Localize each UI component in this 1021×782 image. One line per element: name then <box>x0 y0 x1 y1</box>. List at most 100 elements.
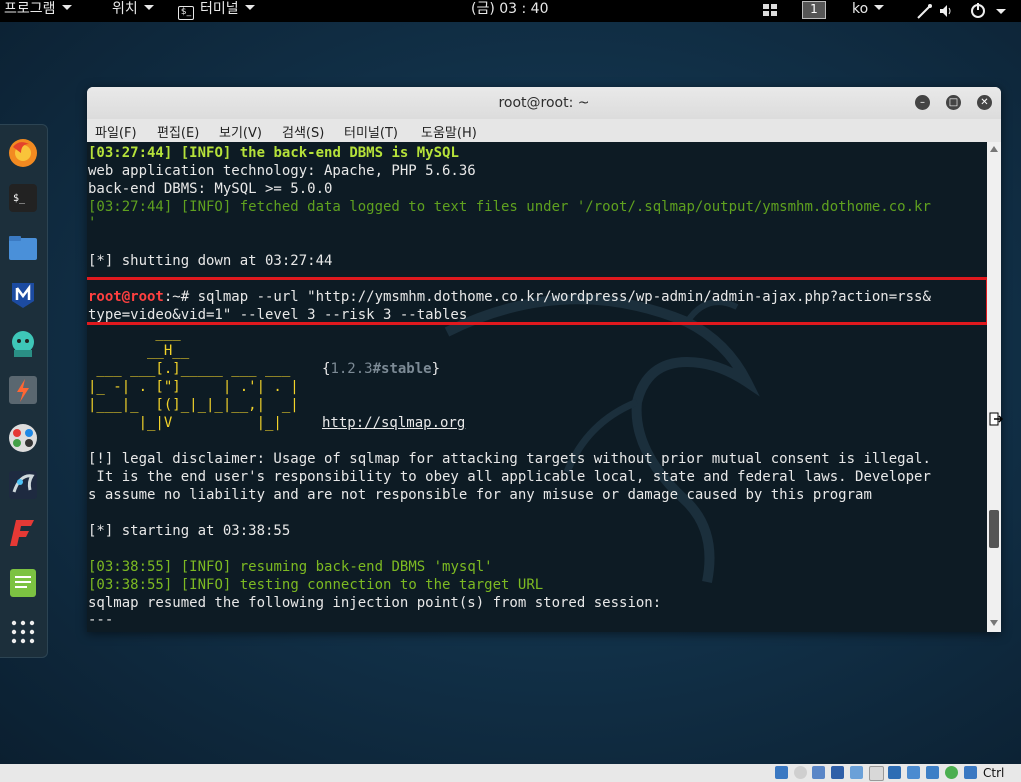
workspace-number: 1 <box>802 1 826 19</box>
network-icon <box>917 4 932 19</box>
minimize-button[interactable]: – <box>915 95 930 110</box>
output-line: ' <box>88 215 97 231</box>
burpsuite-icon[interactable] <box>8 375 38 405</box>
output-line: web application technology: Apache, PHP … <box>88 163 476 179</box>
menu-edit[interactable]: 편집(E) <box>157 122 199 141</box>
log-time: [03:27:44] <box>88 145 173 161</box>
sqlmap-logo-line: ___ ___[.]_____ ___ ___ <box>88 361 291 377</box>
terminal-scrollbar[interactable] <box>987 142 1001 632</box>
log-message: the back-end DBMS is MySQL <box>239 145 459 161</box>
power-icon <box>971 3 985 18</box>
sqlmap-version: {1.2.3#stable} <box>322 361 441 377</box>
sqlmap-logo-line: ___ <box>88 325 181 341</box>
output-line: [*] starting at 03:38:55 <box>88 523 291 539</box>
log-tag: [INFO] <box>180 577 232 593</box>
window-titlebar[interactable]: root@root: ~ – □ ✕ <box>87 87 1001 119</box>
sqlmap-logo-line: |_|V |_| <box>88 415 282 431</box>
menu-view[interactable]: 보기(V) <box>219 122 262 141</box>
menu-terminal[interactable]: 터미널(T) <box>344 122 398 141</box>
places-menu[interactable]: 위치 <box>112 0 154 22</box>
hard-disk-icon[interactable] <box>775 766 788 779</box>
metasploit-icon[interactable] <box>8 280 38 310</box>
vm-status-bar: Ctrl <box>0 764 1021 782</box>
armitage-icon[interactable] <box>8 328 38 358</box>
applications-label: 프로그램 <box>4 1 56 17</box>
close-button[interactable]: ✕ <box>977 95 992 110</box>
log-message: testing connection to the target URL <box>239 577 544 593</box>
output-line: back-end DBMS: MySQL >= 5.0.0 <box>88 181 333 197</box>
terminal-app-menu[interactable]: $_ 터미널 <box>178 0 255 22</box>
log-message: resuming back-end DBMS 'mysql' <box>239 559 493 575</box>
host-key-label: Ctrl <box>983 766 1005 780</box>
log-tag: [INFO] <box>180 145 232 161</box>
system-status-area[interactable] <box>916 2 1016 24</box>
terminal-app-label: 터미널 <box>200 1 239 17</box>
favorites-dock: $_ <box>0 124 48 658</box>
disclaimer-line: s assume no liability and are not respon… <box>88 487 872 503</box>
menu-help[interactable]: 도움말(H) <box>421 122 477 141</box>
network-adapter-icon[interactable] <box>831 766 844 779</box>
language-menu[interactable]: ko <box>852 0 885 22</box>
menu-search[interactable]: 검색(S) <box>282 122 324 141</box>
show-apps-icon[interactable] <box>8 617 38 647</box>
sqlmap-url-link[interactable]: http://sqlmap.org <box>322 414 465 432</box>
files-icon[interactable] <box>8 233 38 263</box>
disclaimer-line: It is the end user's responsibility to o… <box>88 469 931 485</box>
terminal-window: root@root: ~ – □ ✕ 파일(F) 편집(E) 보기(V) 검색(… <box>87 87 1001 632</box>
output-line: sqlmap resumed the following injection p… <box>88 595 662 611</box>
sqlmap-logo-line: |___|_ [(]_|_|_|__,| _| <box>88 397 299 413</box>
faraday-icon[interactable] <box>8 518 38 548</box>
kali-dragon-watermark <box>444 294 760 583</box>
scroll-down-icon[interactable] <box>990 620 998 626</box>
log-line: [03:27:44] [INFO] fetched data logged to… <box>88 199 931 215</box>
audio-icon[interactable] <box>812 766 825 779</box>
guest-additions-icon[interactable] <box>945 766 958 779</box>
firefox-icon[interactable] <box>8 138 38 168</box>
terminal-small-icon: $_ <box>178 6 194 20</box>
window-title: root@root: ~ <box>498 95 590 111</box>
recording-icon[interactable] <box>907 766 920 779</box>
chevron-down-icon <box>61 5 72 10</box>
terminal-icon[interactable]: $_ <box>8 183 38 213</box>
log-time: [03:38:55] <box>88 577 173 593</box>
maltego-icon[interactable] <box>8 423 38 453</box>
log-line: [03:38:55] [INFO] testing connection to … <box>88 576 543 594</box>
usb-icon[interactable] <box>850 766 863 779</box>
display-icon[interactable] <box>888 766 901 779</box>
terminal-output[interactable]: [03:27:44] [INFO] the back-end DBMS is M… <box>87 142 987 632</box>
language-label: ko <box>852 1 869 17</box>
maximize-button[interactable]: □ <box>946 95 961 110</box>
leafpad-icon[interactable] <box>8 568 38 598</box>
workspace-indicator[interactable]: 1 <box>802 0 826 22</box>
chevron-down-icon <box>143 5 154 10</box>
log-line: [03:38:55] [INFO] resuming back-end DBMS… <box>88 558 493 576</box>
resize-cursor-icon <box>989 410 1004 428</box>
applications-menu[interactable]: 프로그램 <box>4 0 72 22</box>
cpu-icon[interactable] <box>926 766 939 779</box>
minimize-icon: – <box>920 97 925 108</box>
menu-bar: 파일(F) 편집(E) 보기(V) 검색(S) 터미널(T) 도움말(H) <box>87 119 1001 142</box>
volume-icon <box>940 5 951 17</box>
chevron-down-icon <box>874 5 885 10</box>
output-line: --- <box>88 612 114 628</box>
log-tag: [INFO] <box>180 559 232 575</box>
scroll-up-icon[interactable] <box>990 146 998 152</box>
command-highlight-box <box>87 277 987 325</box>
disclaimer-line: [!] legal disclaimer: Usage of sqlmap fo… <box>88 451 931 467</box>
close-icon: ✕ <box>980 97 989 108</box>
beef-icon[interactable] <box>8 470 38 500</box>
scrollbar-thumb[interactable] <box>989 510 999 548</box>
log-line: [03:27:44] [INFO] the back-end DBMS is M… <box>88 144 459 162</box>
sqlmap-logo-line: __H__ <box>88 343 190 359</box>
menu-file[interactable]: 파일(F) <box>95 122 137 141</box>
svg-text:$_: $_ <box>13 193 26 204</box>
clock[interactable]: (금) 03 : 40 <box>471 0 549 22</box>
workspaces-icon[interactable] <box>762 2 778 24</box>
maximize-icon: □ <box>948 97 959 108</box>
log-time: [03:38:55] <box>88 559 173 575</box>
shared-folder-icon[interactable] <box>869 766 884 781</box>
optical-drive-icon[interactable] <box>794 766 807 779</box>
output-line: [*] shutting down at 03:27:44 <box>88 253 333 269</box>
chevron-down-icon <box>244 5 255 10</box>
mouse-integration-icon[interactable] <box>964 766 977 779</box>
